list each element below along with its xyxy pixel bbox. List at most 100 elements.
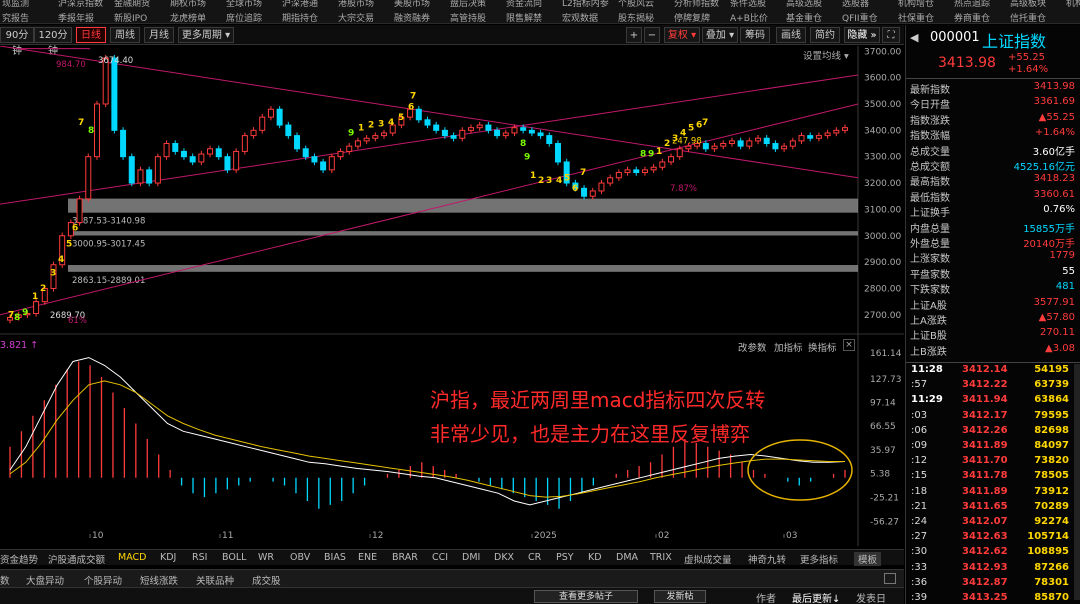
scrollbar[interactable] (1074, 364, 1080, 600)
kline-macd-chart[interactable]: 3087.53-3140.98 3000.95-3017.45 2863.15-28… (0, 45, 904, 552)
indicator-tab[interactable]: BIAS (324, 552, 346, 563)
new-post-button[interactable]: 发新帖 (654, 590, 706, 603)
menu-item[interactable]: 期权市场 (170, 0, 206, 9)
ma-settings[interactable]: 设置均线 ▾ (803, 48, 849, 62)
menu-item[interactable]: 信托重仓 (1010, 11, 1046, 23)
menu-item[interactable]: 季报年报 (58, 11, 94, 23)
menu-item[interactable]: 沪深港通 (282, 0, 318, 9)
menu-item[interactable]: 盘后决策 (450, 0, 486, 9)
menu-item[interactable]: 现监测 (2, 0, 29, 9)
menu-item[interactable]: 个股风云 (618, 0, 654, 9)
menu-item[interactable]: 龙虎榜单 (170, 11, 206, 23)
menu-item[interactable]: 期指持仓 (282, 11, 318, 23)
indicator-tab[interactable]: RSI (192, 552, 207, 563)
bottom-tab[interactable]: 个股异动 (84, 573, 122, 587)
bottom-tab[interactable]: 数 (0, 573, 10, 587)
indicator-tab[interactable]: 更多指标 (800, 552, 838, 566)
indicator-tab[interactable]: WR (258, 552, 274, 563)
menu-item[interactable]: 券商重仓 (954, 11, 990, 23)
chevron-left-icon[interactable]: ◀ (910, 31, 918, 44)
menu-item[interactable]: 高级选股 (786, 0, 822, 9)
indicator-tab[interactable]: DMI (462, 552, 480, 563)
period-120min[interactable]: 120分钟 (34, 27, 72, 57)
menu-item[interactable]: 高管持股 (450, 11, 486, 23)
overlay-dropdown[interactable]: 叠加 ▾ (702, 27, 738, 43)
change-params-button[interactable]: 改参数 (738, 340, 767, 354)
period-monthly[interactable]: 月线 (144, 27, 174, 43)
indicator-tab[interactable]: BRAR (392, 552, 418, 563)
zoom-in-button[interactable]: + (626, 27, 642, 43)
fuquan-dropdown[interactable]: 复权 ▾ (664, 27, 700, 43)
bottom-tab[interactable]: 大盘异动 (26, 573, 64, 587)
menu-item[interactable]: 分析师指数 (674, 0, 719, 9)
indicator-tab[interactable]: BOLL (222, 552, 246, 563)
more-posts-button[interactable]: 查看更多帖子 (534, 590, 638, 603)
menu-item[interactable]: 沪深京指数 (58, 0, 103, 9)
menu-item[interactable]: 究报告 (2, 11, 29, 23)
indicator-tab[interactable]: OBV (290, 552, 310, 563)
bottom-tab[interactable]: 关联品种 (196, 573, 234, 587)
menu-item[interactable]: 机构持 (1066, 0, 1080, 9)
menu-item[interactable]: 机构增仓 (898, 0, 934, 9)
bottom-tab[interactable]: 成交股 (252, 573, 281, 587)
menu-item[interactable]: QFII重仓 (842, 11, 878, 23)
period-weekly[interactable]: 周线 (110, 27, 140, 43)
chart-area[interactable]: 3087.53-3140.98 3000.95-3017.45 2863.15-28… (0, 45, 904, 552)
indicator-tab[interactable]: DKX (494, 552, 514, 563)
indicator-tab[interactable]: 沪股通成交额 (48, 552, 105, 566)
menu-item[interactable]: 条件选股 (730, 0, 766, 9)
menu-item[interactable]: 新股IPO (114, 11, 147, 23)
menu-item[interactable]: 高级板块 (1010, 0, 1046, 9)
period-more[interactable]: 更多周期 ▾ (178, 27, 234, 43)
menu-item[interactable]: L2指标内参 (562, 0, 609, 9)
simple-button[interactable]: 简约 (810, 27, 840, 43)
indicator-tab[interactable]: MACD (118, 552, 146, 563)
hide-button[interactable]: 隐藏 » (844, 27, 880, 43)
menu-item[interactable]: 港股市场 (338, 0, 374, 9)
menu-item[interactable]: 限售解禁 (506, 11, 542, 23)
tick-list[interactable]: 11:28 3412.14 54195:57 3412.22 63739 11:29 341… (906, 364, 1080, 604)
indicator-tab[interactable]: ENE (358, 552, 377, 563)
indicator-tab[interactable]: 模板 (854, 552, 882, 566)
period-daily[interactable]: 日线 (76, 27, 106, 43)
switch-indicator-button[interactable]: 换指标 (808, 340, 837, 354)
close-icon[interactable]: × (843, 339, 855, 351)
indicator-tab[interactable]: DMA (616, 552, 638, 563)
last-updated-col[interactable]: 最后更新↓ (792, 590, 840, 604)
indicator-tab[interactable]: KD (588, 552, 602, 563)
bottom-tab[interactable]: 短线涨跌 (140, 573, 178, 587)
stat-row: 今日开盘 3361.69 (906, 96, 1080, 111)
chips-button[interactable]: 筹码 (740, 27, 770, 43)
add-indicator-button[interactable]: 加指标 (774, 340, 803, 354)
indicator-tab[interactable]: PSY (556, 552, 574, 563)
indicator-tab[interactable]: 虚拟成交量 (684, 552, 732, 566)
menu-item[interactable]: 基金重仓 (786, 11, 822, 23)
menu-item[interactable]: 停牌复牌 (674, 11, 710, 23)
indicator-tab[interactable]: TRIX (650, 552, 672, 563)
menu-item[interactable]: 热点追踪 (954, 0, 990, 9)
draw-line-button[interactable]: 画线 (776, 27, 806, 43)
zoom-out-button[interactable]: − (644, 27, 660, 43)
menu-item[interactable]: 选股器 (842, 0, 869, 9)
menu-item[interactable]: 席位追踪 (226, 11, 262, 23)
menu-item[interactable]: 宏观数据 (562, 11, 598, 23)
menu-item[interactable]: 大宗交易 (338, 11, 374, 23)
indicator-tab[interactable]: CR (528, 552, 541, 563)
indicator-tab[interactable]: 资金趋势 (0, 552, 38, 566)
menu-item[interactable]: 全球市场 (226, 0, 262, 9)
indicator-tab[interactable]: CCI (432, 552, 448, 563)
menu-item[interactable]: 资金流向 (506, 0, 542, 9)
author-col[interactable]: 作者 (756, 590, 776, 604)
indicator-tab[interactable]: 神奇九转 (748, 552, 786, 566)
menu-item[interactable]: 融资融券 (394, 11, 430, 23)
menu-item[interactable]: 金融期货 (114, 0, 150, 9)
indicator-tab[interactable]: KDJ (160, 552, 176, 563)
menu-item[interactable]: 美股市场 (394, 0, 430, 9)
menu-item[interactable]: 社保重仓 (898, 11, 934, 23)
menu-item[interactable]: A+B比价 (730, 11, 768, 23)
panel-icon[interactable] (884, 573, 896, 584)
period-90min[interactable]: 90分钟 (0, 27, 34, 57)
menu-item[interactable]: 股东揭秘 (618, 11, 654, 23)
posted-date-col[interactable]: 发表日 (856, 590, 886, 604)
fullscreen-button[interactable]: ⛶ (882, 27, 900, 43)
